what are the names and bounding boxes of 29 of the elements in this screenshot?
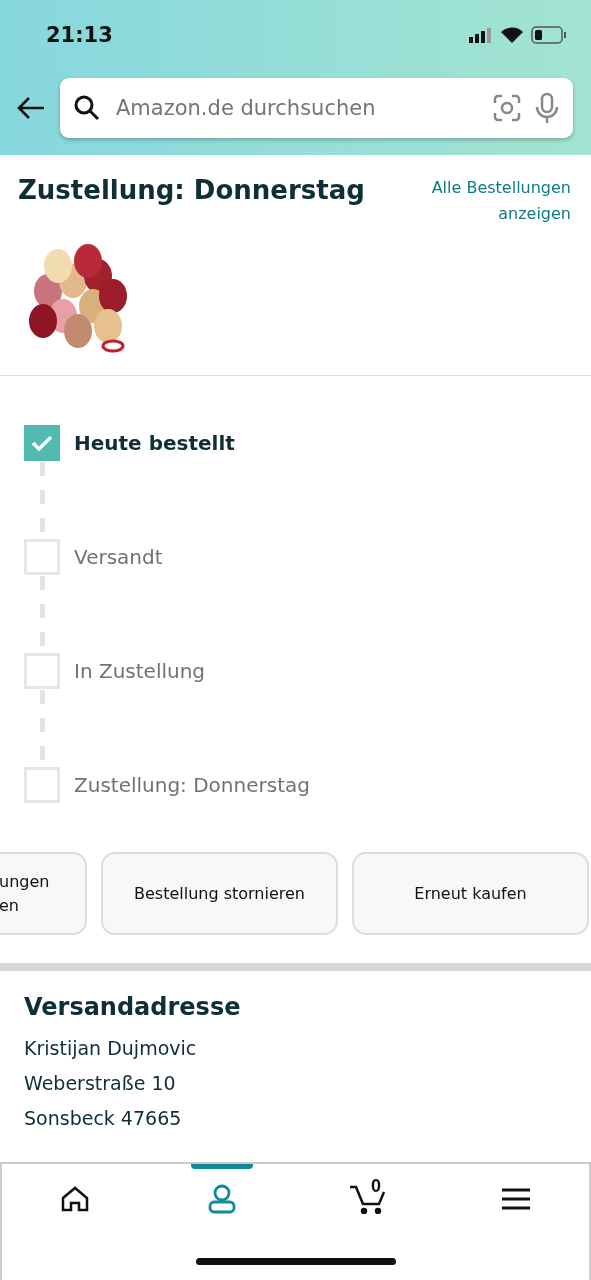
step-label: In Zustellung	[74, 659, 206, 683]
search-icon	[74, 95, 100, 121]
address-line: Kristijan Dujmovic	[24, 1036, 198, 1061]
action-button[interactable]: Erneut kaufen	[352, 852, 589, 935]
camera-icon[interactable]	[493, 94, 521, 122]
person-icon	[208, 1184, 237, 1214]
battery-icon	[531, 26, 567, 44]
nav-tab[interactable]: 0	[295, 1164, 443, 1234]
home-icon	[61, 1186, 90, 1212]
microphone-icon[interactable]	[535, 92, 559, 124]
step-label: Versandt	[74, 545, 163, 569]
cart-count: 0	[370, 1176, 381, 1197]
search-field[interactable]: Amazon.de durchsuchen	[60, 78, 573, 138]
address-heading: Versandadresse	[24, 993, 242, 1021]
action-button[interactable]: Bestellung stornieren	[101, 852, 338, 935]
step-label: Zustellung: Donnerstag	[74, 773, 310, 797]
delivery-title: Zustellung: Donnerstag	[18, 175, 365, 207]
wifi-icon	[501, 27, 523, 43]
step-label: Heute bestellt	[74, 431, 235, 455]
action-button[interactable]: ungen en	[0, 852, 87, 935]
search-input[interactable]: Amazon.de durchsuchen	[114, 95, 479, 121]
all-orders-link[interactable]: Alle Bestellungen anzeigen	[411, 175, 571, 227]
address-line: Sonsbeck 47665	[24, 1106, 183, 1131]
checkmark-icon	[31, 434, 53, 452]
address-line: Weberstraße 10	[24, 1071, 177, 1096]
status-time: 21:13	[46, 23, 113, 47]
back-arrow-icon[interactable]	[16, 96, 46, 120]
signal-icon	[469, 27, 493, 43]
menu-icon	[501, 1188, 530, 1210]
